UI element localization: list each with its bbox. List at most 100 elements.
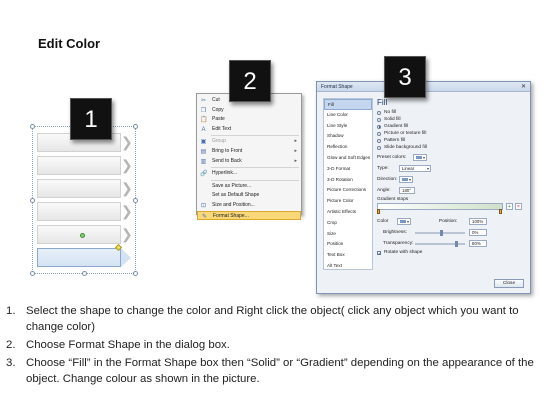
nav-item[interactable]: Artistic Effects [324, 207, 372, 218]
angle-input[interactable]: 180° [399, 187, 415, 194]
nav-item[interactable]: Position [324, 239, 372, 250]
fill-option-radio[interactable]: Solid fill [377, 116, 525, 123]
menu-item[interactable]: ⊡ Size and Position... [197, 201, 301, 211]
size-position-icon: ⊡ [200, 202, 207, 209]
resize-handle[interactable] [30, 271, 35, 276]
resize-handle[interactable] [133, 124, 138, 129]
send-to-back-icon: ▥ [200, 158, 207, 165]
radio-button[interactable] [377, 145, 381, 150]
fill-option-label: No fill [384, 110, 396, 115]
nav-item[interactable]: Reflection [324, 142, 372, 153]
nav-item[interactable]: Line Color [324, 110, 372, 121]
page-title: Edit Color [38, 36, 101, 51]
chevron-shape[interactable]: ❯ [37, 225, 133, 244]
nav-item[interactable]: Crop [324, 218, 372, 229]
scissors-icon: ✂ [200, 98, 207, 104]
menu-separator [211, 179, 299, 181]
edit-text-icon: A [201, 126, 206, 133]
radio-button[interactable] [377, 124, 381, 129]
nav-item[interactable]: Size [324, 229, 372, 240]
step-text: Select the shape to change the color and… [26, 305, 519, 333]
chevron-shape[interactable]: ❯ [37, 202, 133, 221]
shape-group[interactable]: ❯ ❯ ❯ ❯ ❯ [30, 124, 138, 276]
fill-option-label: Pattern fill [384, 138, 406, 143]
menu-item[interactable]: ✎ Format Shape... [197, 210, 301, 221]
resize-handle[interactable] [30, 198, 35, 203]
fill-option-label: Slide background fill [384, 145, 427, 150]
resize-handle[interactable] [82, 271, 87, 276]
gradient-stop-handle[interactable] [377, 209, 380, 214]
radio-button[interactable] [377, 138, 381, 143]
menu-item[interactable]: ❐ Copy [197, 106, 301, 116]
transparency-slider[interactable] [415, 241, 465, 247]
radio-button[interactable] [377, 117, 381, 122]
resize-handle[interactable] [30, 124, 35, 129]
menu-item[interactable]: Set as Default Shape [197, 191, 301, 201]
submenu-arrow-icon: ▸ [294, 138, 297, 145]
radio-button[interactable] [377, 131, 381, 136]
nav-item[interactable]: Text Box [324, 250, 372, 261]
chevron-down-icon: ▾ [408, 177, 411, 182]
brightness-input[interactable]: 0% [469, 229, 487, 236]
nav-item[interactable]: Picture Color [324, 196, 372, 207]
gradient-stop-handle[interactable] [499, 209, 502, 214]
fill-option-radio[interactable]: Picture or texture fill [377, 130, 525, 137]
position-input[interactable]: 100% [469, 218, 487, 225]
slider-thumb[interactable] [440, 230, 443, 236]
menu-item[interactable]: 📋 Paste [197, 115, 301, 125]
add-stop-icon[interactable]: + [506, 203, 513, 210]
step-badge-2: 2 [229, 60, 271, 102]
brightness-slider[interactable] [415, 230, 465, 236]
brightness-row: Brightness: 0% [377, 227, 525, 238]
nav-item[interactable]: Shadow [324, 131, 372, 142]
fill-option-radio[interactable]: Gradient fill [377, 123, 525, 130]
color-dropdown[interactable]: ▾ [397, 218, 411, 225]
close-icon[interactable]: ✕ [521, 83, 526, 90]
nav-item[interactable]: 3-D Format [324, 164, 372, 175]
menu-item-label: Send to Back [212, 157, 242, 164]
rotation-handle[interactable] [80, 233, 85, 238]
type-dropdown[interactable]: Linear ▾ [399, 165, 431, 172]
rotate-with-shape-checkbox[interactable]: ✔ Rotate with shape [377, 249, 525, 256]
chevron-shape[interactable]: ❯ [37, 179, 133, 198]
chevron-shape[interactable]: ❯ [37, 156, 133, 175]
submenu-arrow-icon: ▸ [294, 157, 297, 164]
nav-item[interactable]: 3-D Rotation [324, 175, 372, 186]
instruction-list: 1. Select the shape to change the color a… [6, 303, 554, 389]
direction-dropdown[interactable]: ▾ [399, 176, 413, 183]
step-text: Choose “Fill” in the Format Shape box th… [26, 357, 534, 385]
chevron-right-icon: ❯ [121, 180, 133, 196]
fill-option-radio[interactable]: Slide background fill [377, 144, 525, 151]
menu-item-label: Edit Text [212, 125, 232, 132]
transparency-input[interactable]: 80% [469, 240, 487, 247]
menu-item[interactable]: ▥ Send to Back ▸ [197, 157, 301, 167]
chevron-right-icon: ❯ [121, 157, 133, 173]
dialog-nav: Fill Line Color Line Style Shadow Reflection… [323, 98, 373, 270]
preset-colors-dropdown[interactable]: ▾ [413, 154, 427, 161]
chevron-right-icon: ❯ [121, 134, 133, 150]
menu-item[interactable]: Save as Picture... [197, 182, 301, 192]
fill-option-radio[interactable]: Pattern fill [377, 137, 525, 144]
menu-item[interactable]: 🔗 Hyperlink... [197, 169, 301, 179]
gradient-bar[interactable] [377, 203, 503, 210]
format-shape-dialog: Format Shape ✕ Fill Line Color Line Style S… [316, 81, 531, 294]
resize-handle[interactable] [133, 271, 138, 276]
resize-handle[interactable] [133, 198, 138, 203]
nav-item[interactable]: Picture Corrections [324, 185, 372, 196]
fill-option-radio[interactable]: No fill [377, 109, 525, 116]
menu-item-label: Save as Picture... [212, 182, 252, 189]
transparency-row: Transparency: 80% [377, 238, 525, 249]
menu-item[interactable]: ▤ Bring to Front ▸ [197, 147, 301, 157]
nav-item[interactable]: Line Style [324, 121, 372, 132]
close-button[interactable]: Close [494, 279, 524, 288]
checkbox[interactable]: ✔ [377, 250, 381, 256]
nav-item[interactable]: Alt Text [324, 261, 372, 272]
remove-stop-icon[interactable]: × [515, 203, 522, 210]
menu-item-label: Group [212, 138, 226, 145]
nav-item[interactable]: Glow and Soft Edges [324, 153, 372, 164]
chevron-down-icon: ▾ [406, 219, 409, 224]
nav-item[interactable]: Fill [324, 99, 372, 110]
menu-item[interactable]: A Edit Text [197, 125, 301, 135]
radio-button[interactable] [377, 110, 381, 115]
slider-thumb[interactable] [455, 241, 458, 247]
